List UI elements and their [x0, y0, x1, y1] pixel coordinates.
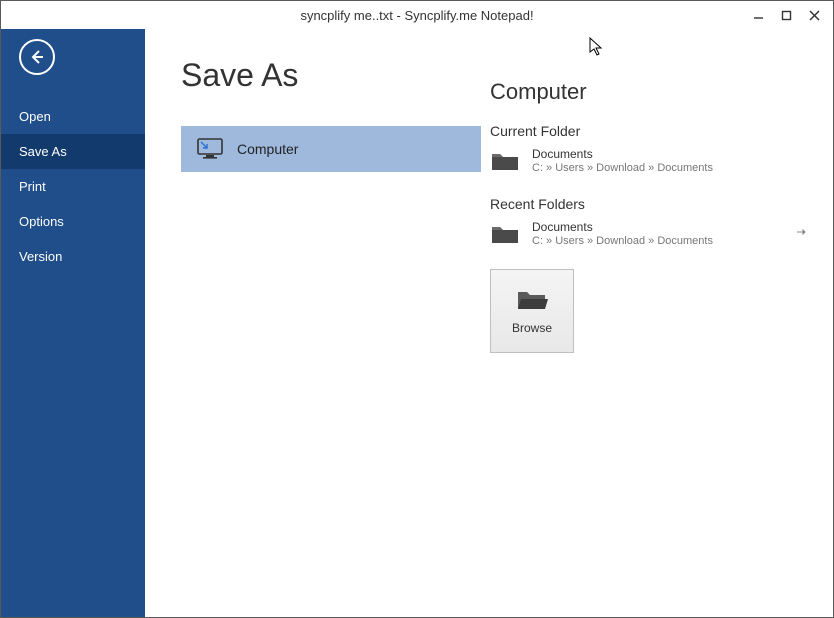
main-area: Save As Computer Computer Current Folder [145, 29, 833, 617]
folder-icon [490, 150, 520, 172]
details-column: Computer Current Folder Documents C: » U… [480, 29, 833, 617]
folder-path: C: » Users » Download » Documents [532, 162, 713, 174]
monitor-icon [197, 138, 223, 160]
window-controls [751, 8, 833, 22]
window-title: syncplify me..txt - Syncplify.me Notepad… [300, 8, 533, 23]
sidebar-item-label: Options [19, 214, 64, 229]
folder-text: Documents C: » Users » Download » Docume… [532, 220, 713, 247]
current-folder-item[interactable]: Documents C: » Users » Download » Docume… [490, 147, 813, 174]
recent-folder-item[interactable]: Documents C: » Users » Download » Docume… [490, 220, 813, 247]
sidebar-item-open[interactable]: Open [1, 99, 145, 134]
current-folder-label: Current Folder [490, 123, 813, 139]
sidebar-item-print[interactable]: Print [1, 169, 145, 204]
details-heading: Computer [490, 79, 813, 105]
back-button[interactable] [19, 39, 55, 75]
page-title: Save As [181, 57, 480, 94]
sidebar-item-save-as[interactable]: Save As [1, 134, 145, 169]
browse-label: Browse [512, 321, 552, 335]
minimize-button[interactable] [751, 8, 765, 22]
sidebar-item-label: Version [19, 249, 62, 264]
folder-name: Documents [532, 220, 713, 234]
sidebar-item-label: Open [19, 109, 51, 124]
sidebar-item-label: Save As [19, 144, 67, 159]
sidebar-item-options[interactable]: Options [1, 204, 145, 239]
maximize-button[interactable] [779, 8, 793, 22]
titlebar: syncplify me..txt - Syncplify.me Notepad… [1, 1, 833, 29]
close-button[interactable] [807, 8, 821, 22]
location-computer[interactable]: Computer [181, 126, 481, 172]
pin-icon[interactable] [795, 226, 807, 238]
folder-icon [490, 223, 520, 245]
recent-folders-label: Recent Folders [490, 196, 813, 212]
folder-open-icon [515, 287, 549, 313]
folder-path: C: » Users » Download » Documents [532, 235, 713, 247]
browse-button[interactable]: Browse [490, 269, 574, 353]
sidebar: Open Save As Print Options Version [1, 29, 145, 617]
folder-text: Documents C: » Users » Download » Docume… [532, 147, 713, 174]
locations-column: Save As Computer [145, 29, 480, 617]
sidebar-item-version[interactable]: Version [1, 239, 145, 274]
location-label: Computer [237, 141, 298, 157]
sidebar-item-label: Print [19, 179, 46, 194]
folder-name: Documents [532, 147, 713, 161]
